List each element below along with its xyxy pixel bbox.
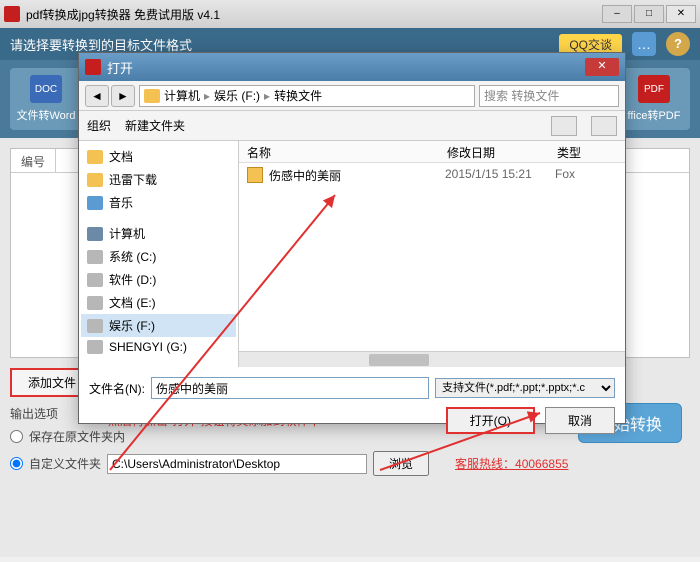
tree-item-documents[interactable]: 文档 xyxy=(81,145,236,168)
radio-custom-folder[interactable] xyxy=(10,457,23,470)
view-mode-button[interactable] xyxy=(551,116,577,136)
nav-forward-button[interactable]: ► xyxy=(111,85,135,107)
format-tile-pdf[interactable]: PDF ffice转PDF xyxy=(618,68,690,130)
filename-input[interactable] xyxy=(151,377,429,399)
tree-item-xunlei[interactable]: 迅雷下载 xyxy=(81,168,236,191)
tree-item-drive-f[interactable]: 娱乐 (F:) xyxy=(81,314,236,337)
tree-item-computer[interactable]: 计算机 xyxy=(81,222,236,245)
radio-same-folder[interactable] xyxy=(10,430,23,443)
search-input[interactable]: 搜索 转换文件 xyxy=(479,85,619,107)
format-label: ffice转PDF xyxy=(628,107,681,123)
dialog-close-button[interactable]: ✕ xyxy=(585,58,619,76)
app-title: pdf转换成jpg转换器 免费试用版 v4.1 xyxy=(26,6,602,23)
tree-item-music[interactable]: 音乐 xyxy=(81,191,236,214)
open-file-dialog: 打开 ✕ ◄ ► 计算机▸ 娱乐 (F:)▸ 转换文件 搜索 转换文件 组织 新… xyxy=(78,52,626,424)
file-date: 2015/1/15 15:21 xyxy=(445,167,555,184)
file-icon xyxy=(247,167,263,183)
dialog-footer: 文件名(N): 支持文件(*.pdf;*.ppt;*.pptx;*.c 打开(O… xyxy=(79,367,625,440)
pdf-icon: PDF xyxy=(638,75,670,103)
maximize-button[interactable]: □ xyxy=(634,5,664,23)
filename-label: 文件名(N): xyxy=(89,380,145,397)
file-pane: 名称 修改日期 类型 伤感中的美丽 2015/1/15 15:21 Fox xyxy=(239,141,625,367)
col-name[interactable]: 名称 xyxy=(239,141,439,162)
col-date[interactable]: 修改日期 xyxy=(439,141,549,162)
dialog-icon xyxy=(85,59,101,75)
scrollbar-thumb[interactable] xyxy=(369,354,429,366)
col-type[interactable]: 类型 xyxy=(549,141,625,162)
app-icon xyxy=(4,6,20,22)
tree-item-drive-c[interactable]: 系统 (C:) xyxy=(81,245,236,268)
radio-custom-label: 自定义文件夹 xyxy=(29,455,101,472)
window-controls: – □ ✕ xyxy=(602,5,696,23)
tree-item-drive-e[interactable]: 文档 (E:) xyxy=(81,291,236,314)
dialog-body: 文档 迅雷下载 音乐 计算机 系统 (C:) 软件 (D:) 文档 (E:) 娱… xyxy=(79,141,625,367)
dialog-toolbar: 组织 新建文件夹 xyxy=(79,111,625,141)
cancel-button[interactable]: 取消 xyxy=(545,407,615,434)
browse-button[interactable]: 浏览 xyxy=(373,451,429,476)
file-row[interactable]: 伤感中的美丽 2015/1/15 15:21 Fox xyxy=(239,163,625,188)
horizontal-scrollbar[interactable] xyxy=(239,351,625,367)
tree-item-drive-g[interactable]: SHENGYI (G:) xyxy=(81,337,236,357)
file-name: 伤感中的美丽 xyxy=(269,167,445,184)
dialog-title: 打开 xyxy=(107,58,133,77)
chat-icon[interactable]: … xyxy=(632,32,656,56)
filetype-select[interactable]: 支持文件(*.pdf;*.ppt;*.pptx;*.c xyxy=(435,378,615,398)
hotline-text: 客服热线：40066855 xyxy=(455,455,568,472)
help-icon[interactable]: ? xyxy=(666,32,690,56)
help-button[interactable] xyxy=(591,116,617,136)
file-list: 伤感中的美丽 2015/1/15 15:21 Fox xyxy=(239,163,625,351)
tree-item-drive-d[interactable]: 软件 (D:) xyxy=(81,268,236,291)
file-type: Fox xyxy=(555,167,575,184)
organize-button[interactable]: 组织 xyxy=(87,117,111,134)
path-field[interactable]: 计算机▸ 娱乐 (F:)▸ 转换文件 xyxy=(139,85,475,107)
doc-icon: DOC xyxy=(30,75,62,103)
folder-tree: 文档 迅雷下载 音乐 计算机 系统 (C:) 软件 (D:) 文档 (E:) 娱… xyxy=(79,141,239,367)
open-button[interactable]: 打开(O) xyxy=(446,407,535,434)
breadcrumb-bar: ◄ ► 计算机▸ 娱乐 (F:)▸ 转换文件 搜索 转换文件 xyxy=(79,81,625,111)
new-folder-button[interactable]: 新建文件夹 xyxy=(125,117,185,134)
prompt-text: 请选择要转换到的目标文件格式 xyxy=(10,35,192,54)
title-bar: pdf转换成jpg转换器 免费试用版 v4.1 – □ ✕ xyxy=(0,0,700,28)
format-tile-word[interactable]: DOC 文件转Word xyxy=(10,68,82,130)
folder-icon xyxy=(144,89,160,103)
dialog-title-bar: 打开 ✕ xyxy=(79,53,625,81)
minimize-button[interactable]: – xyxy=(602,5,632,23)
nav-back-button[interactable]: ◄ xyxy=(85,85,109,107)
close-button[interactable]: ✕ xyxy=(666,5,696,23)
output-path-input[interactable] xyxy=(107,454,367,474)
col-number: 编号 xyxy=(11,149,56,172)
format-label: 文件转Word xyxy=(16,107,75,123)
